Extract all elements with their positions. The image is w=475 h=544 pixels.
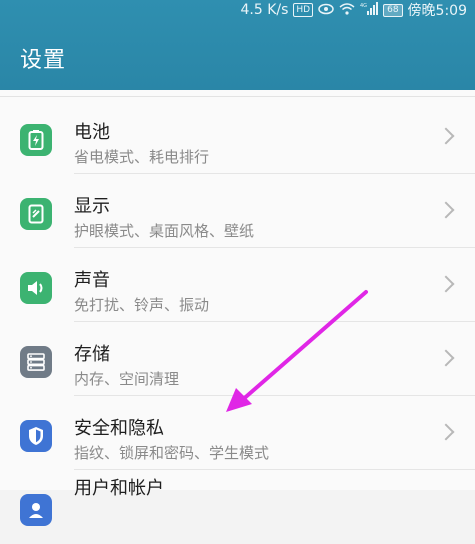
cellular-signal-icon: 4G xyxy=(360,2,379,18)
settings-list: 电池 省电模式、耗电排行 显示 护眼模式、桌面风格、壁纸 声音 免打扰、铃声、振… xyxy=(0,90,475,526)
chevron-right-icon xyxy=(437,423,455,441)
item-subtitle: 省电模式、耗电排行 xyxy=(74,148,210,166)
settings-item-battery[interactable]: 电池 省电模式、耗电排行 xyxy=(0,100,475,174)
speaker-icon xyxy=(20,272,52,304)
status-bar: 4.5 K/s HD 4G 68 傍晚5:09 xyxy=(240,0,467,20)
settings-item-sound[interactable]: 声音 免打扰、铃声、振动 xyxy=(0,248,475,322)
battery-indicator: 68 xyxy=(383,3,403,17)
item-title: 电池 xyxy=(74,122,110,143)
display-icon xyxy=(20,198,52,230)
item-subtitle: 护眼模式、桌面风格、壁纸 xyxy=(74,222,255,240)
battery-icon xyxy=(20,124,52,156)
item-title: 声音 xyxy=(74,270,110,291)
item-title: 用户和帐户 xyxy=(74,478,164,499)
chevron-right-icon xyxy=(437,127,455,145)
page-title: 设置 xyxy=(20,48,67,73)
settings-item-security-privacy[interactable]: 安全和隐私 指纹、锁屏和密码、学生模式 xyxy=(0,396,475,470)
settings-item-storage[interactable]: 存储 内存、空间清理 xyxy=(0,322,475,396)
eye-icon xyxy=(318,3,334,18)
item-title: 显示 xyxy=(74,196,110,217)
item-subtitle: 内存、空间清理 xyxy=(74,370,180,388)
chevron-right-icon xyxy=(437,275,455,293)
item-title: 存储 xyxy=(74,344,110,365)
storage-icon xyxy=(20,346,52,378)
chevron-right-icon xyxy=(437,349,455,367)
settings-item-users-accounts[interactable]: 用户和帐户 xyxy=(0,470,475,544)
chevron-right-icon xyxy=(437,201,455,219)
list-divider xyxy=(0,96,475,97)
clock: 傍晚5:09 xyxy=(407,3,467,19)
item-subtitle: 免打扰、铃声、振动 xyxy=(74,296,210,314)
shield-icon xyxy=(20,420,52,452)
signal-label: 4G xyxy=(360,3,367,9)
hd-badge: HD xyxy=(293,3,314,17)
wifi-icon xyxy=(339,2,355,18)
item-subtitle: 指纹、锁屏和密码、学生模式 xyxy=(74,444,270,462)
battery-level: 68 xyxy=(387,4,399,15)
user-icon xyxy=(20,494,52,526)
item-title: 安全和隐私 xyxy=(74,418,164,439)
app-header: 4.5 K/s HD 4G 68 傍晚5:09 设置 xyxy=(0,0,475,90)
network-speed: 4.5 K/s xyxy=(240,2,289,18)
settings-item-display[interactable]: 显示 护眼模式、桌面风格、壁纸 xyxy=(0,174,475,248)
